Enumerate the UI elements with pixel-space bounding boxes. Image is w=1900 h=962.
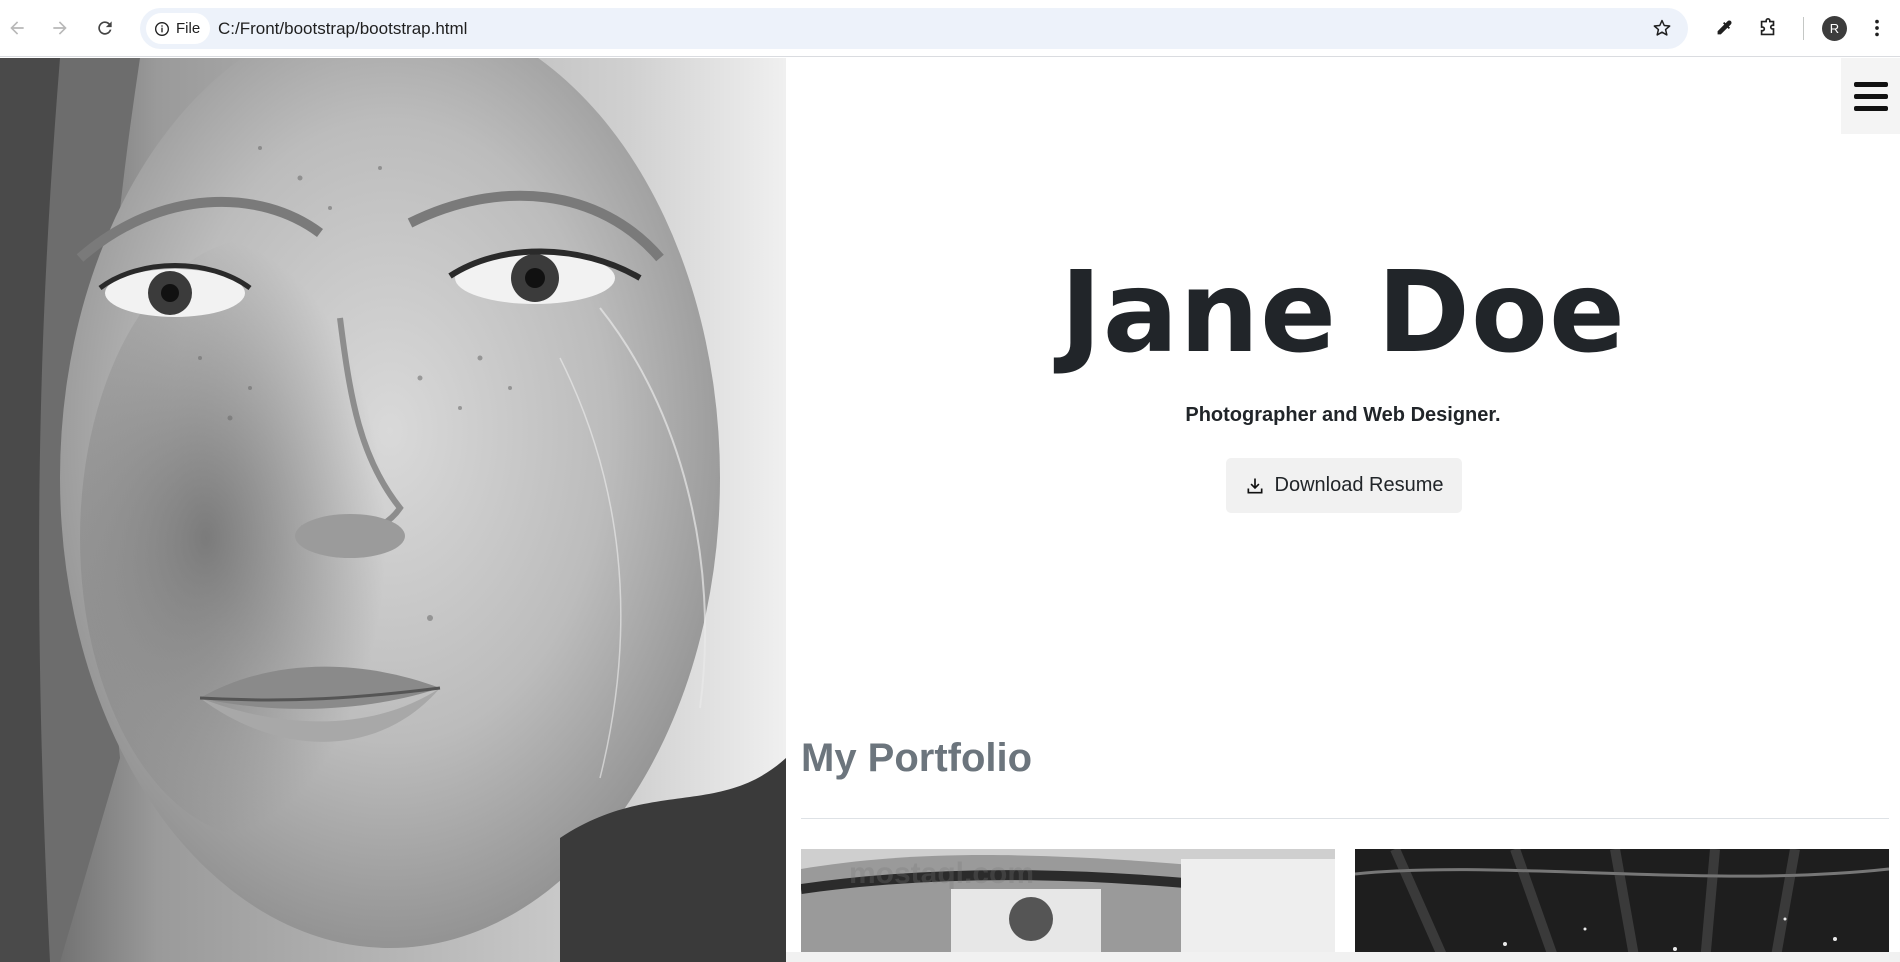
- site-info-chip[interactable]: File: [146, 13, 211, 44]
- back-button[interactable]: [0, 11, 34, 45]
- url-text[interactable]: C:/Front/bootstrap/bootstrap.html: [218, 8, 467, 49]
- forward-button[interactable]: [43, 11, 77, 45]
- hero-name-heading: Jane Doe: [1060, 248, 1626, 378]
- extensions-button[interactable]: [1751, 11, 1785, 45]
- forward-arrow-icon: [53, 21, 67, 35]
- browser-toolbar: File C:/Front/bootstrap/bootstrap.html R: [0, 0, 1900, 57]
- eyedropper-icon: [1717, 20, 1732, 35]
- download-resume-button[interactable]: Download Resume: [1226, 458, 1462, 513]
- portfolio-divider: [801, 818, 1889, 819]
- download-resume-label: Download Resume: [1274, 474, 1444, 496]
- reload-button[interactable]: [88, 11, 122, 45]
- reload-icon: [98, 21, 112, 35]
- portfolio-title: My Portfolio: [801, 736, 1033, 780]
- hero-content: Jane Doe Photographer and Web Designer. …: [786, 58, 1900, 962]
- kebab-menu-icon: [1875, 19, 1879, 37]
- toolbar-divider: [1803, 17, 1804, 40]
- site-chip-label: File: [176, 20, 201, 37]
- browser-menu-button[interactable]: [1860, 11, 1894, 45]
- info-icon: [155, 21, 169, 36]
- star-icon: [1653, 19, 1671, 36]
- eyedropper-button[interactable]: [1707, 11, 1741, 45]
- back-arrow-icon: [10, 21, 24, 35]
- bookmark-button[interactable]: [1652, 18, 1672, 43]
- download-icon: [1247, 478, 1262, 493]
- watermark-text: mostaql.com: [849, 857, 1035, 890]
- profile-avatar[interactable]: R: [1822, 16, 1847, 41]
- portfolio-thumbnail[interactable]: [1355, 849, 1889, 962]
- portfolio-thumbnail[interactable]: mostaql.com: [801, 849, 1335, 962]
- hero-tagline: Photographer and Web Designer.: [1185, 404, 1501, 426]
- horizontal-scrollbar[interactable]: [786, 952, 1900, 962]
- address-bar[interactable]: File C:/Front/bootstrap/bootstrap.html: [140, 8, 1688, 49]
- extensions-icon: [1760, 18, 1775, 36]
- page-viewport: Jane Doe Photographer and Web Designer. …: [0, 58, 1900, 962]
- hero-portrait-image: [0, 58, 786, 962]
